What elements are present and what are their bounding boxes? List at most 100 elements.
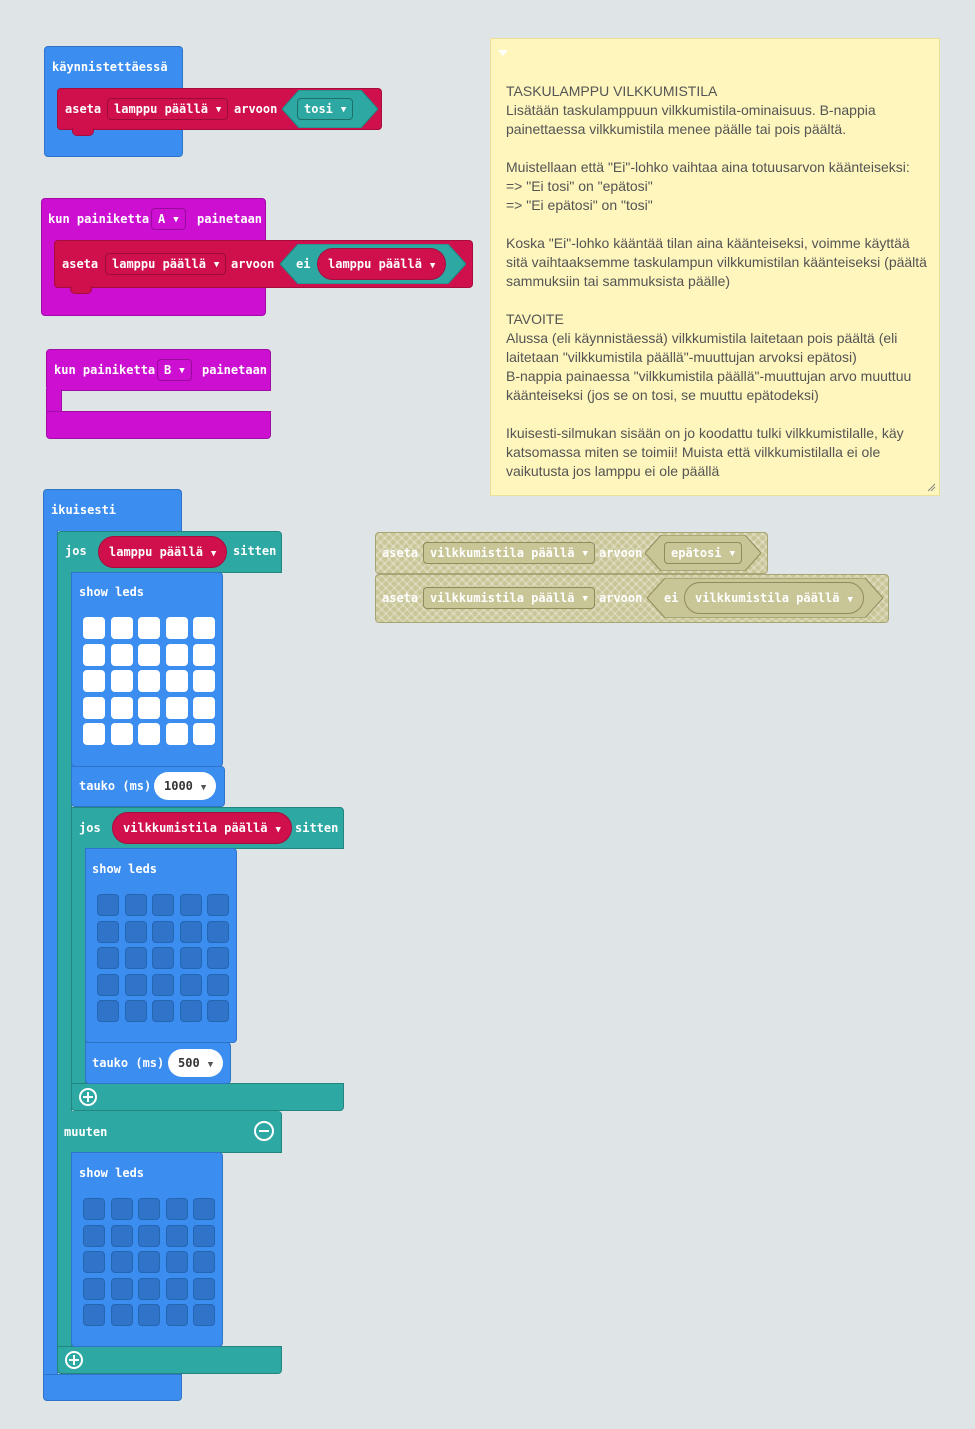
led-cell[interactable] [110, 670, 133, 692]
led-cell[interactable] [207, 947, 229, 969]
led-cell[interactable] [110, 1251, 133, 1273]
add-branch-icon[interactable] [64, 1350, 84, 1370]
led-cell[interactable] [110, 1304, 133, 1326]
led-cell[interactable] [138, 1251, 160, 1273]
led-cell[interactable] [207, 973, 229, 996]
led-cell[interactable] [179, 1000, 202, 1022]
led-cell[interactable] [193, 1304, 215, 1326]
lamp-condition-reporter[interactable]: lamppu päällä ▼ [98, 536, 228, 568]
led-cell[interactable] [110, 1198, 133, 1220]
led-cell[interactable] [124, 1000, 147, 1022]
led-cell[interactable] [165, 617, 188, 639]
led-cell[interactable] [97, 894, 119, 916]
false-dropdown[interactable]: epätosi ▼ [664, 542, 742, 564]
button-b-dropdown[interactable]: B ▼ [157, 359, 192, 381]
led-grid[interactable] [83, 1198, 217, 1326]
blink-condition-reporter[interactable]: vilkkumistila päällä ▼ [112, 812, 292, 844]
led-cell[interactable] [138, 617, 160, 639]
led-cell[interactable] [207, 920, 229, 943]
led-cell[interactable] [193, 723, 215, 745]
collapse-comment-icon[interactable] [497, 48, 509, 58]
led-cell[interactable] [179, 973, 202, 996]
led-cell[interactable] [83, 643, 105, 666]
blocks-workspace[interactable]: käynnistettäessä aseta lamppu päällä ▼ ar… [0, 0, 975, 1429]
led-cell[interactable] [110, 1224, 133, 1247]
resize-handle-icon[interactable] [926, 482, 936, 492]
led-cell[interactable] [97, 973, 119, 996]
led-cell[interactable] [138, 670, 160, 692]
led-grid[interactable] [83, 617, 217, 745]
led-cell[interactable] [124, 973, 147, 996]
led-cell[interactable] [83, 617, 105, 639]
led-cell[interactable] [124, 894, 147, 916]
led-cell[interactable] [83, 1224, 105, 1247]
led-cell[interactable] [83, 1251, 105, 1273]
led-grid[interactable] [97, 894, 231, 1022]
led-cell[interactable] [193, 1224, 215, 1247]
variable-dropdown[interactable]: lamppu päällä ▼ [107, 98, 229, 120]
led-cell[interactable] [110, 617, 133, 639]
lamp-variable-reporter[interactable]: lamppu päällä ▼ [317, 248, 447, 280]
led-cell[interactable] [83, 670, 105, 692]
led-cell[interactable] [165, 1251, 188, 1273]
led-cell[interactable] [165, 1304, 188, 1326]
led-cell[interactable] [165, 1277, 188, 1300]
led-cell[interactable] [110, 643, 133, 666]
led-cell[interactable] [152, 920, 174, 943]
led-cell[interactable] [138, 1224, 160, 1247]
led-cell[interactable] [193, 1198, 215, 1220]
remove-branch-icon[interactable] [253, 1120, 275, 1142]
led-cell[interactable] [152, 1000, 174, 1022]
led-cell[interactable] [165, 1198, 188, 1220]
variable-dropdown[interactable]: vilkkumistila päällä ▼ [423, 587, 595, 609]
led-cell[interactable] [165, 1224, 188, 1247]
led-cell[interactable] [124, 947, 147, 969]
button-a-dropdown[interactable]: A ▼ [151, 208, 186, 230]
led-cell[interactable] [207, 1000, 229, 1022]
variable-dropdown[interactable]: lamppu päällä ▼ [105, 253, 227, 275]
led-cell[interactable] [138, 1198, 160, 1220]
led-cell[interactable] [110, 1277, 133, 1300]
led-cell[interactable] [193, 670, 215, 692]
comment-text[interactable]: TASKULAMPPU VILKKUMISTILA Lisätään tasku… [506, 82, 934, 481]
led-cell[interactable] [165, 670, 188, 692]
led-cell[interactable] [193, 1251, 215, 1273]
led-cell[interactable] [179, 947, 202, 969]
variable-dropdown[interactable]: vilkkumistila päällä ▼ [423, 542, 595, 564]
led-cell[interactable] [179, 920, 202, 943]
led-cell[interactable] [138, 723, 160, 745]
led-cell[interactable] [193, 643, 215, 666]
led-cell[interactable] [83, 1198, 105, 1220]
pause-duration-dropdown[interactable]: 1000 ▼ [154, 772, 217, 800]
led-cell[interactable] [152, 947, 174, 969]
led-cell[interactable] [193, 696, 215, 719]
add-branch-icon[interactable] [78, 1087, 98, 1107]
led-cell[interactable] [207, 894, 229, 916]
led-cell[interactable] [83, 1277, 105, 1300]
led-cell[interactable] [124, 920, 147, 943]
led-cell[interactable] [152, 894, 174, 916]
led-cell[interactable] [179, 894, 202, 916]
led-cell[interactable] [138, 696, 160, 719]
pause-duration-dropdown[interactable]: 500 ▼ [168, 1049, 224, 1077]
led-cell[interactable] [165, 723, 188, 745]
true-dropdown[interactable]: tosi ▼ [297, 98, 354, 120]
led-cell[interactable] [110, 723, 133, 745]
led-cell[interactable] [193, 1277, 215, 1300]
led-cell[interactable] [152, 973, 174, 996]
led-cell[interactable] [97, 920, 119, 943]
led-cell[interactable] [165, 643, 188, 666]
led-cell[interactable] [83, 723, 105, 745]
led-cell[interactable] [193, 617, 215, 639]
led-cell[interactable] [165, 696, 188, 719]
workspace-comment[interactable]: TASKULAMPPU VILKKUMISTILA Lisätään tasku… [490, 38, 940, 496]
led-cell[interactable] [83, 696, 105, 719]
led-cell[interactable] [138, 1277, 160, 1300]
led-cell[interactable] [83, 1304, 105, 1326]
led-cell[interactable] [97, 1000, 119, 1022]
blink-variable-reporter[interactable]: vilkkumistila päällä ▼ [684, 582, 864, 614]
led-cell[interactable] [138, 1304, 160, 1326]
led-cell[interactable] [110, 696, 133, 719]
led-cell[interactable] [97, 947, 119, 969]
led-cell[interactable] [138, 643, 160, 666]
